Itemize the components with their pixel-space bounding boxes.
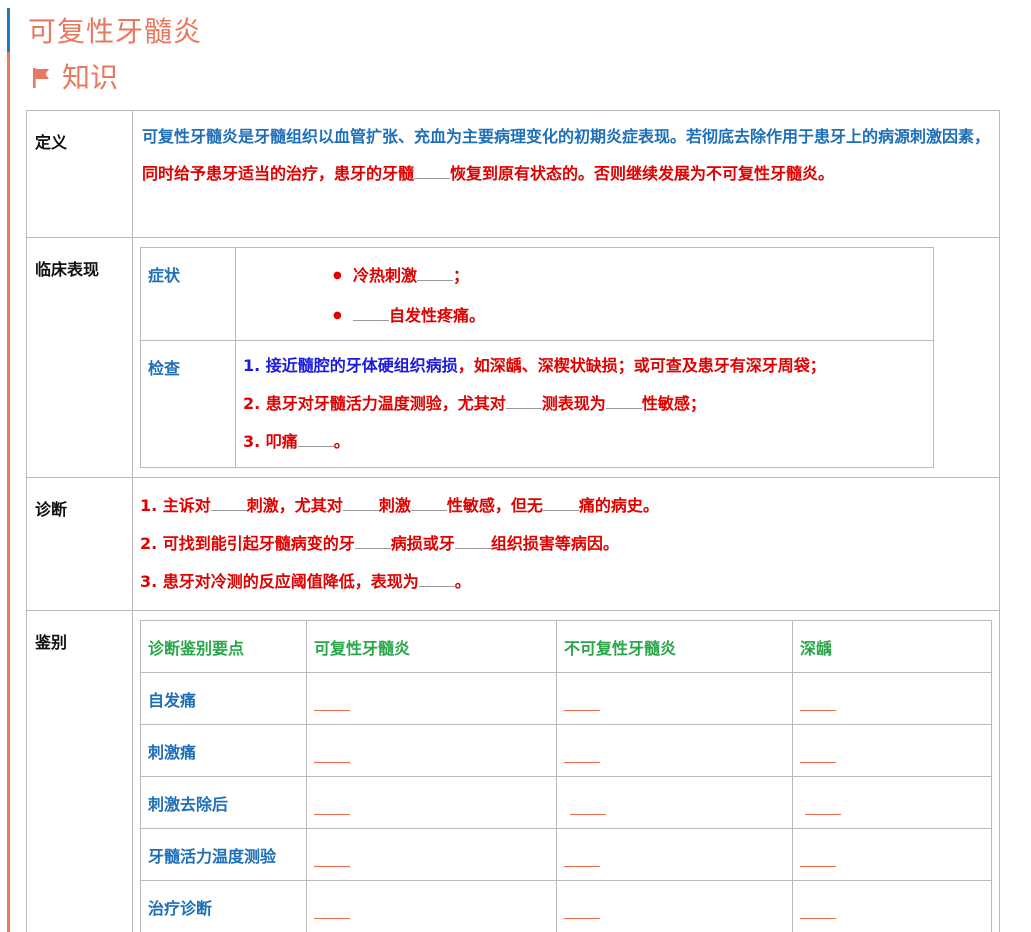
blank <box>418 569 455 587</box>
blank <box>414 161 451 179</box>
definition-text-blue: 可复性牙髓炎是牙髓组织以血管扩张、充血为主要病理变化的初期炎症表现。若彻底去除作… <box>142 127 991 146</box>
section-title: 知识 <box>62 61 119 94</box>
exam-row: 检查 1. 接近髓腔的牙体硬组织病损，如深龋、深楔状缺损；或可查及患牙有深牙周袋… <box>140 340 934 468</box>
knowledge-table: 定义 可复性牙髓炎是牙髓组织以血管扩张、充血为主要病理变化的初期炎症表现。若彻底… <box>26 110 1000 932</box>
blank <box>564 683 600 711</box>
definition-label: 定义 <box>26 110 133 238</box>
blank <box>564 839 600 867</box>
section-header: 知识 <box>32 58 118 98</box>
blank <box>353 303 389 321</box>
blank <box>605 391 642 409</box>
exam-item-3: 3. 叩痛。 <box>243 423 933 461</box>
clinical-table: 症状 冷热刺激； 自发性疼痛。 检查 1. 接近髓腔的牙体硬组织病损，如深龋、深… <box>140 247 934 468</box>
table-header: 可复性牙髓炎 <box>306 620 557 673</box>
title-accent-bar <box>7 8 10 52</box>
blank <box>210 493 247 511</box>
table-row: 自发痛 <box>140 672 992 725</box>
blank <box>505 391 542 409</box>
exam-item-1: 1. 接近髓腔的牙体硬组织病损，如深龋、深楔状缺损；或可查及患牙有深牙周袋； <box>243 356 826 375</box>
differential-label: 鉴别 <box>26 610 133 932</box>
exam-label: 检查 <box>140 340 236 468</box>
row-label: 治疗诊断 <box>140 880 307 932</box>
diagnosis-item-3: 3. 患牙对冷测的反应阈值降低，表现为。 <box>140 563 992 601</box>
differential-table: 诊断鉴别要点 可复性牙髓炎 不可复性牙髓炎 深龋 自发痛 刺激痛 刺激去除后 牙… <box>140 620 992 932</box>
table-row: 牙髓活力温度测验 <box>140 828 992 881</box>
blank <box>410 493 447 511</box>
definition-text-red: 同时给予患牙适当的治疗，患牙的牙髓 <box>142 164 415 183</box>
blank <box>297 429 334 447</box>
diagnosis-item-2: 2. 可找到能引起牙髓病变的牙 病损或牙 组织损害等病因。 <box>140 525 992 563</box>
row-label: 牙髓活力温度测验 <box>140 828 307 881</box>
table-row: 治疗诊断 <box>140 880 992 932</box>
table-row: 刺激去除后 <box>140 776 992 829</box>
blank <box>800 891 836 919</box>
blank <box>800 683 836 711</box>
table-row: 刺激痛 <box>140 724 992 777</box>
definition-text: 可复性牙髓炎是牙髓组织以血管扩张、充血为主要病理变化的初期炎症表现。若彻底去除作… <box>140 118 992 192</box>
differential-row: 鉴别 诊断鉴别要点 可复性牙髓炎 不可复性牙髓炎 深龋 自发痛 刺激痛 刺激去除… <box>26 610 1000 932</box>
diagnosis-row: 诊断 1. 主诉对 刺激，尤其对 刺激 性敏感，但无 痛的病史。 2. 可找到能引起牙髓… <box>26 477 1000 611</box>
page-title: 可复性牙髓炎 <box>28 15 203 48</box>
symptom-row: 症状 冷热刺激； 自发性疼痛。 <box>140 247 934 341</box>
blank <box>314 891 350 919</box>
blank <box>454 531 491 549</box>
blank <box>314 683 350 711</box>
blank <box>570 787 606 815</box>
row-label: 刺激痛 <box>140 724 307 777</box>
flag-icon <box>33 68 49 88</box>
table-header: 不可复性牙髓炎 <box>556 620 793 673</box>
diagnosis-item-1: 1. 主诉对 刺激，尤其对 刺激 性敏感，但无 痛的病史。 <box>140 487 992 525</box>
blank <box>342 493 379 511</box>
list-item: 冷热刺激； <box>333 256 933 296</box>
blank <box>800 839 836 867</box>
content-accent-bar <box>7 52 10 932</box>
table-header-row: 诊断鉴别要点 可复性牙髓炎 不可复性牙髓炎 深龋 <box>140 620 992 673</box>
row-label: 自发痛 <box>140 672 307 725</box>
diagnosis-label: 诊断 <box>26 477 133 611</box>
blank <box>805 787 841 815</box>
blank <box>564 735 600 763</box>
blank <box>314 787 350 815</box>
symptom-list: 冷热刺激； 自发性疼痛。 <box>236 248 933 340</box>
blank <box>564 891 600 919</box>
table-header: 深龋 <box>792 620 992 673</box>
clinical-label: 临床表现 <box>26 237 133 478</box>
symptom-label: 症状 <box>140 247 236 341</box>
row-label: 刺激去除后 <box>140 776 307 829</box>
blank <box>314 839 350 867</box>
definition-row: 定义 可复性牙髓炎是牙髓组织以血管扩张、充血为主要病理变化的初期炎症表现。若彻底… <box>26 110 1000 238</box>
definition-text-red-tail: 恢复到原有状态的。否则继续发展为不可复性牙髓炎。 <box>450 164 835 183</box>
blank <box>542 493 579 511</box>
blank <box>417 263 454 281</box>
clinical-row: 临床表现 症状 冷热刺激； 自发性疼痛。 检查 1. 接近髓腔的牙体硬组织病损，… <box>26 237 1000 478</box>
blank <box>354 531 391 549</box>
list-item: 自发性疼痛。 <box>333 296 933 336</box>
exam-item-2: 2. 患牙对牙髓活力温度测验，尤其对 测表现为 性敏感； <box>243 385 933 423</box>
blank <box>800 735 836 763</box>
blank <box>314 735 350 763</box>
table-header: 诊断鉴别要点 <box>140 620 307 673</box>
